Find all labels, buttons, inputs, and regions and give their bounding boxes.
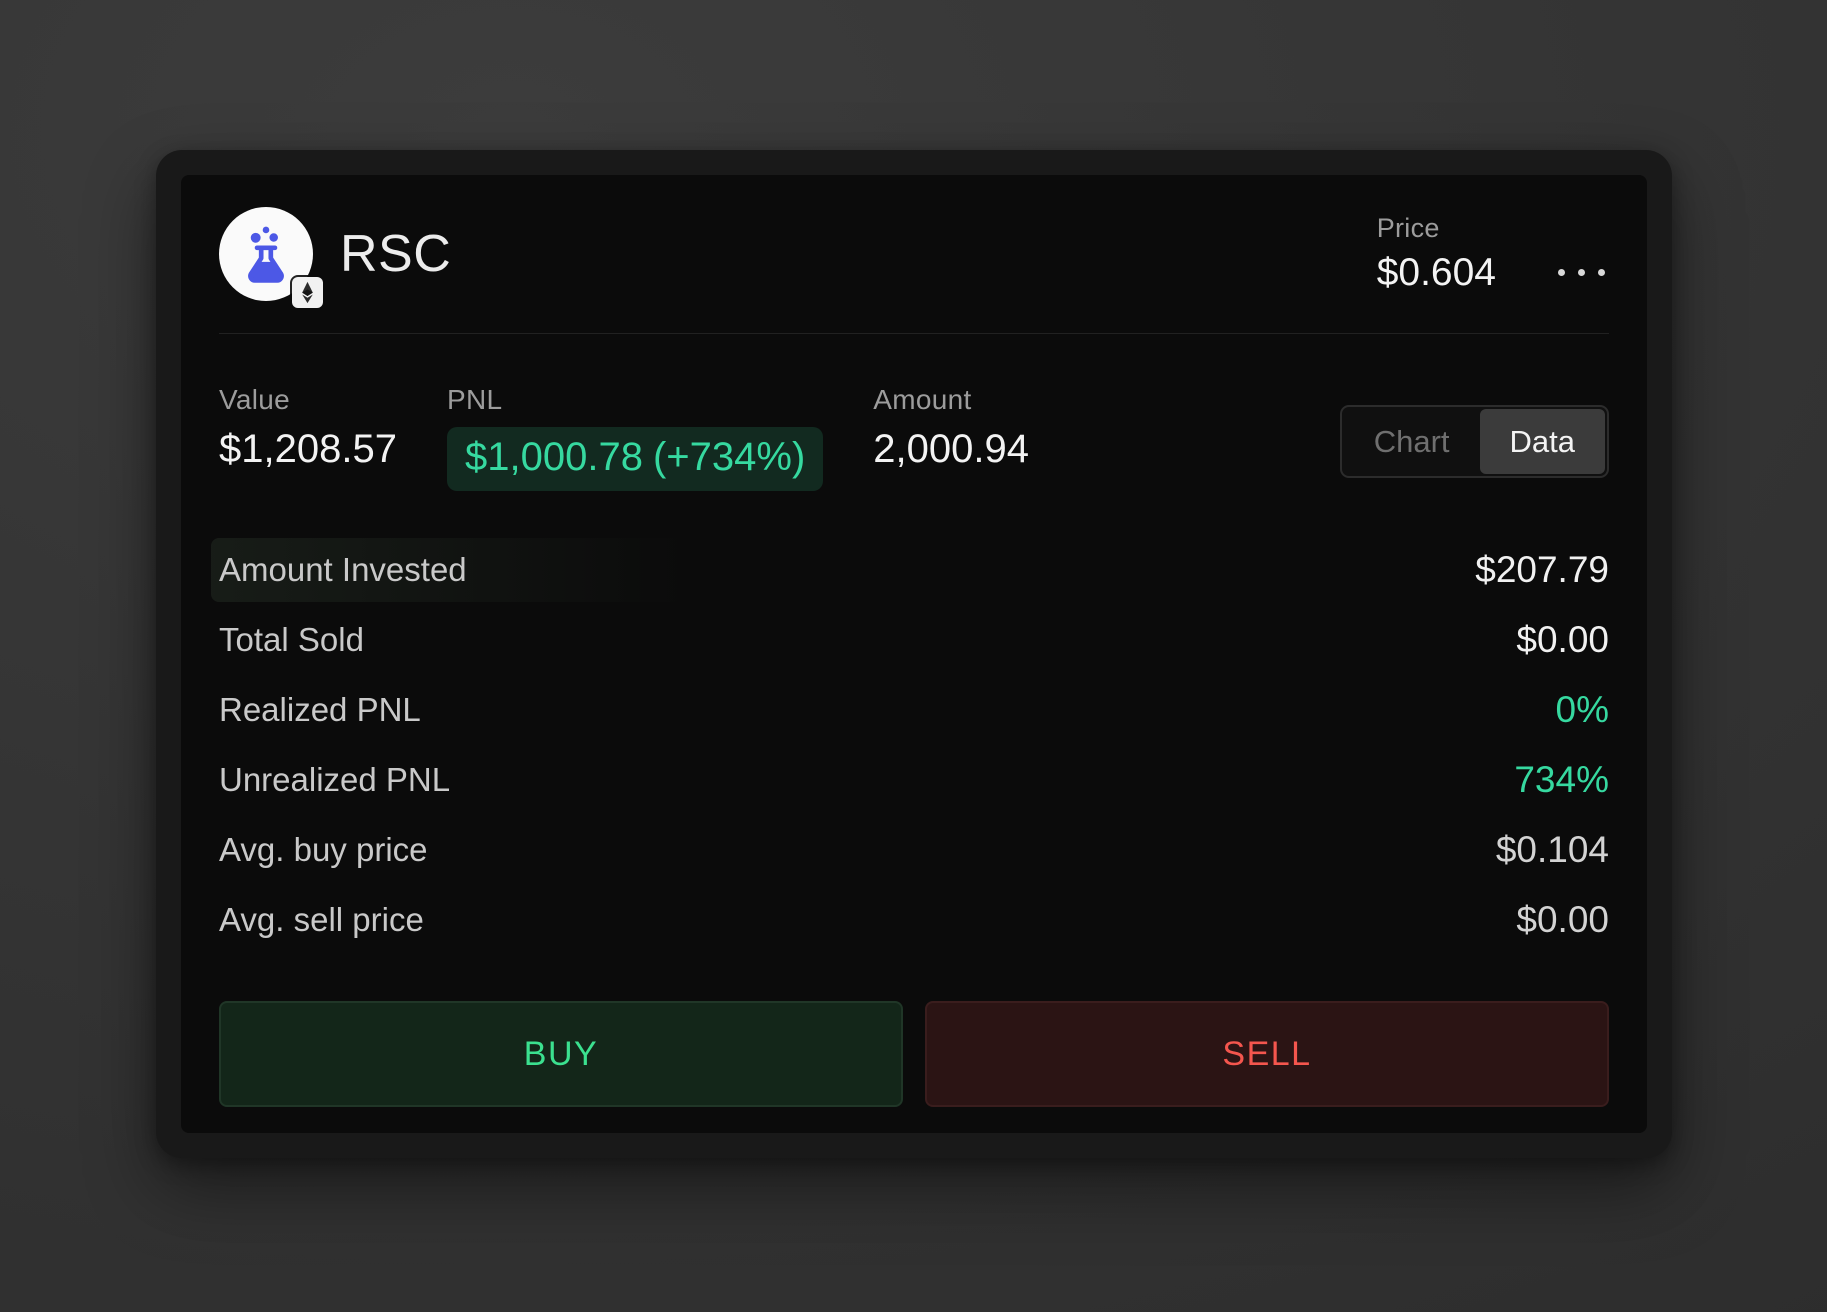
network-badge xyxy=(292,277,323,308)
pnl-pill: $1,000.78(+734%) xyxy=(447,427,823,491)
header-right: Price $0.604 xyxy=(1377,213,1609,295)
price-label: Price xyxy=(1377,213,1496,244)
row-total-sold: Total Sold $0.00 xyxy=(219,605,1609,675)
chart-data-toggle: Chart Data xyxy=(1340,405,1609,478)
row-label: Total Sold xyxy=(219,621,364,659)
stats-row: Value $1,208.57 PNL $1,000.78(+734%) Amo… xyxy=(219,334,1609,491)
row-label: Amount Invested xyxy=(219,551,467,589)
row-unrealized-pnl: Unrealized PNL 734% xyxy=(219,745,1609,815)
row-label: Avg. sell price xyxy=(219,901,424,939)
tab-chart[interactable]: Chart xyxy=(1344,409,1480,474)
details-list: Amount Invested $207.79 Total Sold $0.00… xyxy=(219,535,1609,955)
ellipsis-icon xyxy=(1578,269,1585,276)
stat-amount: Amount 2,000.94 xyxy=(873,384,1029,472)
price-value: $0.604 xyxy=(1377,251,1496,295)
buy-button[interactable]: BUY xyxy=(219,1001,903,1107)
stat-value: Value $1,208.57 xyxy=(219,384,397,472)
row-value: $0.00 xyxy=(1516,619,1609,661)
row-value: $0.104 xyxy=(1496,829,1609,871)
price-block: Price $0.604 xyxy=(1377,213,1496,295)
value-amount: $1,208.57 xyxy=(219,427,397,472)
row-label: Avg. buy price xyxy=(219,831,428,869)
flask-icon xyxy=(233,221,299,287)
more-options-button[interactable] xyxy=(1554,265,1609,280)
token-avatar xyxy=(219,207,313,301)
row-value: $0.00 xyxy=(1516,899,1609,941)
pnl-percent: (+734%) xyxy=(653,435,805,480)
ellipsis-icon xyxy=(1598,269,1605,276)
card-header: RSC Price $0.604 xyxy=(219,175,1609,334)
row-label: Realized PNL xyxy=(219,691,421,729)
ellipsis-icon xyxy=(1558,269,1565,276)
row-value: 0% xyxy=(1556,689,1609,731)
pnl-label: PNL xyxy=(447,384,823,416)
sell-button[interactable]: SELL xyxy=(925,1001,1609,1107)
row-label: Unrealized PNL xyxy=(219,761,450,799)
row-amount-invested: Amount Invested $207.79 xyxy=(219,535,1609,605)
stat-pnl: PNL $1,000.78(+734%) xyxy=(447,384,823,491)
ethereum-icon xyxy=(300,281,315,304)
token-symbol: RSC xyxy=(340,224,451,284)
row-avg-sell-price: Avg. sell price $0.00 xyxy=(219,885,1609,955)
token-position-card: RSC Price $0.604 Value $1,208.57 PNL xyxy=(156,150,1672,1158)
amount-label: Amount xyxy=(873,384,1029,416)
action-buttons: BUY SELL xyxy=(219,1001,1609,1107)
row-avg-buy-price: Avg. buy price $0.104 xyxy=(219,815,1609,885)
row-realized-pnl: Realized PNL 0% xyxy=(219,675,1609,745)
value-label: Value xyxy=(219,384,397,416)
tab-data[interactable]: Data xyxy=(1480,409,1605,474)
card-inner-panel: RSC Price $0.604 Value $1,208.57 PNL xyxy=(181,175,1647,1133)
amount-value: 2,000.94 xyxy=(873,427,1029,472)
row-value: $207.79 xyxy=(1475,549,1609,591)
pnl-amount: $1,000.78 xyxy=(465,435,643,480)
row-value: 734% xyxy=(1514,759,1609,801)
